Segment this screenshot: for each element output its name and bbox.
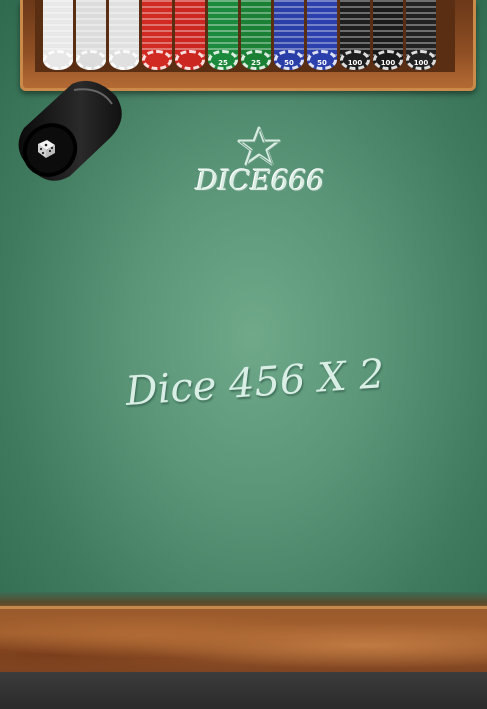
chip-stack[interactable]: 50: [307, 0, 337, 70]
chip-stack[interactable]: [175, 0, 205, 70]
star-icon: [237, 126, 281, 166]
chip-face: [142, 50, 172, 70]
die-icon: [38, 140, 55, 158]
chip-value: 50: [317, 59, 327, 67]
game-logo: DICE666: [190, 126, 330, 206]
chip-value: 50: [284, 59, 294, 67]
chip-stack[interactable]: 100: [340, 0, 370, 70]
chip-value: 100: [380, 59, 396, 67]
logo-text: DICE666: [195, 164, 325, 197]
chip-stack[interactable]: [109, 0, 139, 70]
bottom-bar: [0, 672, 487, 709]
chip-value: 25: [251, 59, 261, 67]
chip-face: [175, 50, 205, 70]
chip-stack[interactable]: 50: [274, 0, 304, 70]
chip-value: 100: [413, 59, 429, 67]
chip-stack[interactable]: [142, 0, 172, 70]
chip-face: [109, 50, 139, 70]
chip-value: 100: [347, 59, 363, 67]
chip-stack[interactable]: 25: [208, 0, 238, 70]
chip-stack[interactable]: 100: [406, 0, 436, 70]
chip-value: 25: [218, 59, 228, 67]
chip-stack[interactable]: [43, 0, 73, 70]
chip-tray-inner: 25 25 50 50 100 100 100: [35, 0, 455, 72]
chip-face: [43, 50, 73, 70]
chip-face: [76, 50, 106, 70]
wood-rail: [0, 606, 487, 675]
chip-stack[interactable]: 100: [373, 0, 403, 70]
dice-cup[interactable]: [14, 78, 126, 182]
chip-stack[interactable]: 25: [241, 0, 271, 70]
dice-cup-icon: [18, 80, 122, 181]
chip-stack[interactable]: [76, 0, 106, 70]
